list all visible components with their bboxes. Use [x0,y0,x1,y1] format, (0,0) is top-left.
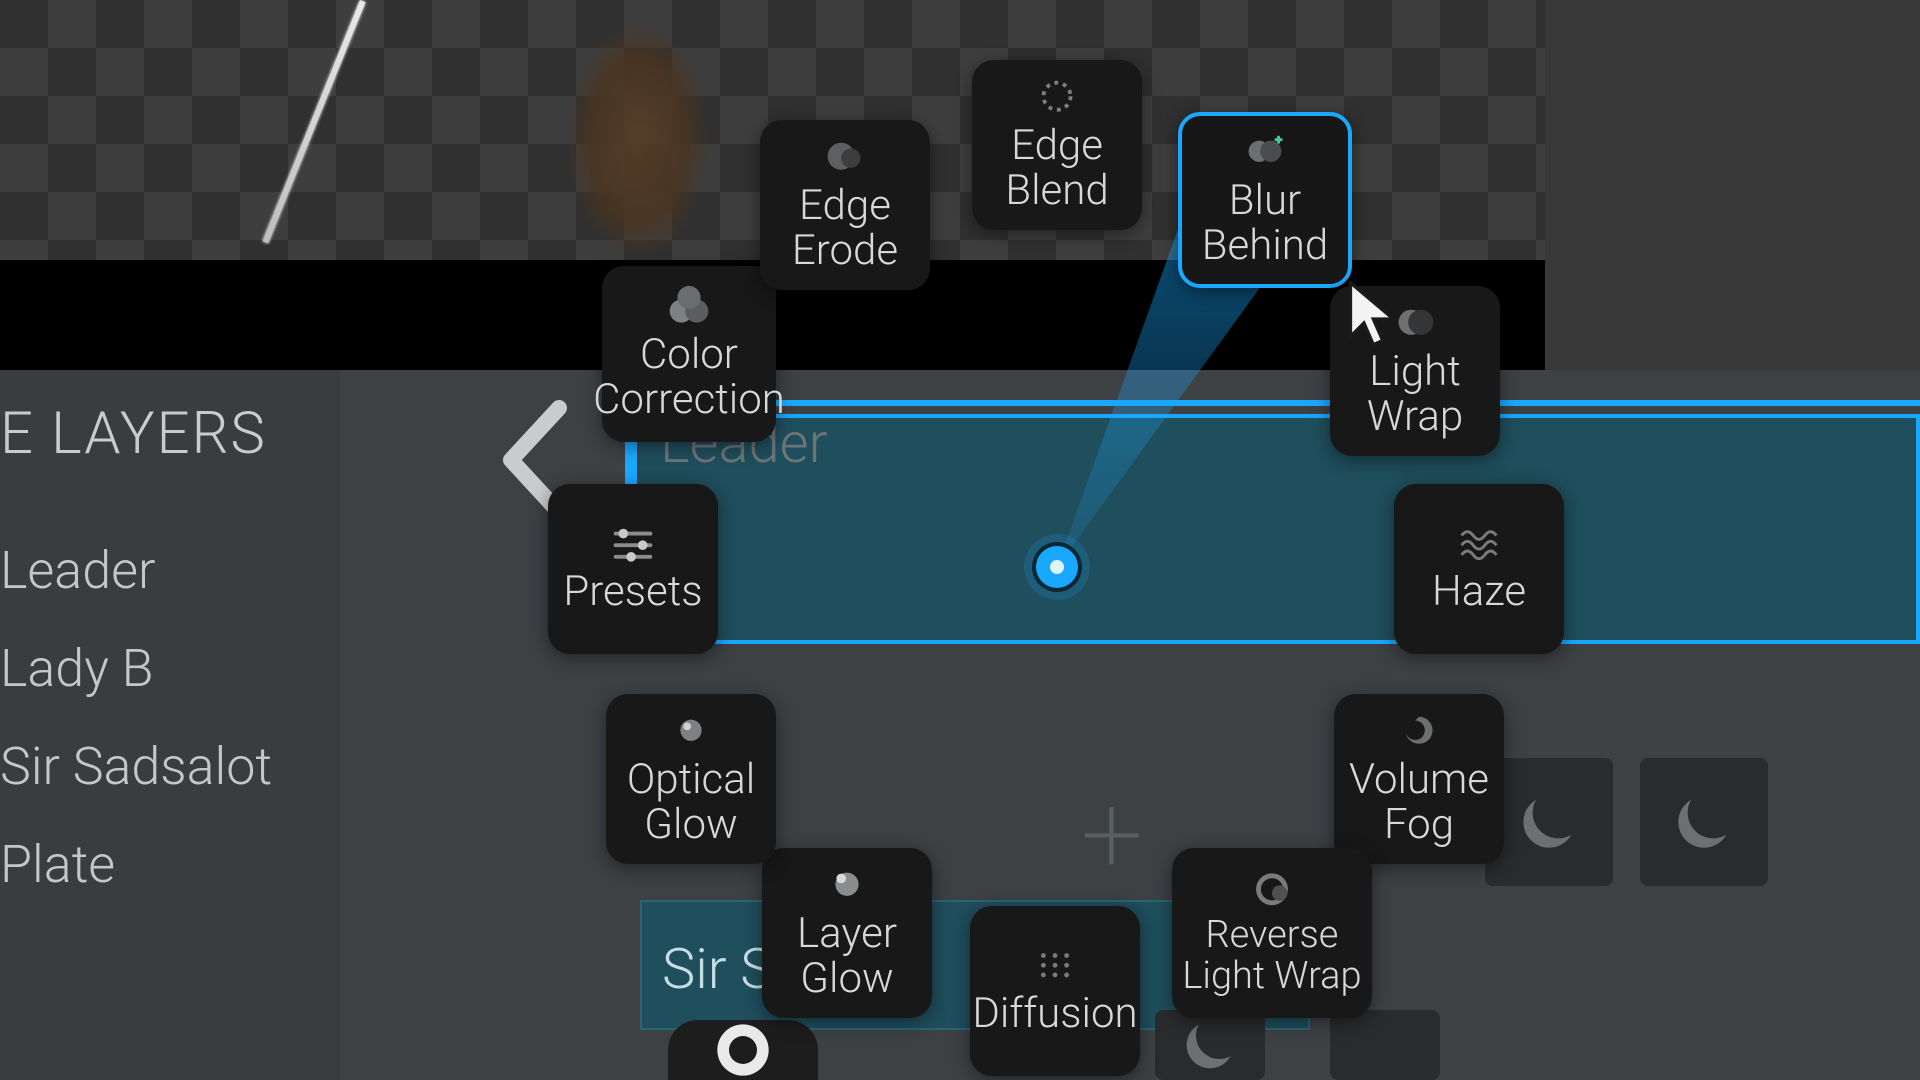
layer-name: Lady B [0,638,154,699]
layer-item[interactable]: Leader [0,522,340,618]
radial-item-presets[interactable]: Presets [548,484,718,654]
radial-item-label: OpticalGlow [627,757,755,848]
layer-name: Plate [0,834,115,895]
layers-panel-title: E LAYERS [0,400,400,468]
halfmoon-icon [1386,303,1444,343]
radial-item-label: ReverseLight Wrap [1182,915,1361,997]
radial-item-edge-blend[interactable]: EdgeBlend [972,60,1142,230]
fx-slot[interactable] [1640,758,1768,886]
fx-slot[interactable] [1485,758,1613,886]
radial-item-reverse-light-wrap[interactable]: ReverseLight Wrap [1172,848,1372,1018]
radial-item-diffusion[interactable]: Diffusion [970,906,1140,1076]
track-top-border [640,400,1920,406]
radial-item-label: EdgeBlend [1005,123,1108,214]
radial-item-label: VolumeFog [1349,757,1489,848]
radial-item-label: BlurBehind [1202,178,1328,269]
blur-cross-icon [1236,132,1294,172]
radial-item-label: Presets [563,569,702,614]
wave-grid-icon [1450,523,1508,563]
add-effect-placeholder: + [1052,774,1172,894]
halfmoon-icon [1514,787,1584,857]
erode-icon [816,137,874,177]
layer-name: Sir Sadsalot [0,736,272,797]
halfmoon-icon [1669,787,1739,857]
radial-item-light-wrap[interactable]: LightWrap [1330,286,1500,456]
fx-slot[interactable] [1155,1010,1265,1080]
swirl-icon [1390,711,1448,751]
radial-item-haze[interactable]: Haze [1394,484,1564,654]
radial-item-label: Haze [1432,569,1526,614]
dashed-circle-icon [1028,77,1086,117]
app-stage: E LAYERS Leader Lady B Sir Sadsalot Plat… [0,0,1920,1080]
radial-item-label: Diffusion [972,991,1137,1036]
radial-item-label: EdgeErode [792,183,898,274]
radial-item-color-correction[interactable]: ColorCorrection [602,266,776,442]
fx-slot[interactable] [1330,1010,1440,1080]
radial-item-blur-behind[interactable]: BlurBehind [1178,112,1352,288]
radial-item-label: LayerGlow [797,911,897,1002]
tricircle-icon [660,286,718,326]
ringdot-icon [1243,869,1301,909]
radial-item-edge-erode[interactable]: EdgeErode [760,120,930,290]
radial-item-label: ColorCorrection [593,332,785,423]
dot-matrix-icon [1026,945,1084,985]
layer-item[interactable]: Sir Sadsalot [0,718,340,814]
timeline-track-selected[interactable] [640,414,1920,644]
glow-icon [708,1015,778,1080]
glowdot-sm-icon [662,711,720,751]
radial-menu-origin[interactable] [1036,546,1078,588]
radial-item-label: LightWrap [1367,349,1463,440]
radial-item-layer-glow[interactable]: LayerGlow [762,848,932,1018]
sliders-icon [604,523,662,563]
layer-item[interactable]: Lady B [0,620,340,716]
halfmoon-icon [1175,1010,1245,1080]
layer-name: Leader [0,540,156,601]
glowdot-icon [818,865,876,905]
radial-item-optical-glow[interactable]: OpticalGlow [606,694,776,864]
radial-item-volume-fog[interactable]: VolumeFog [1334,694,1504,864]
layer-item[interactable]: Plate [0,816,340,912]
fx-slot[interactable] [668,1020,818,1080]
